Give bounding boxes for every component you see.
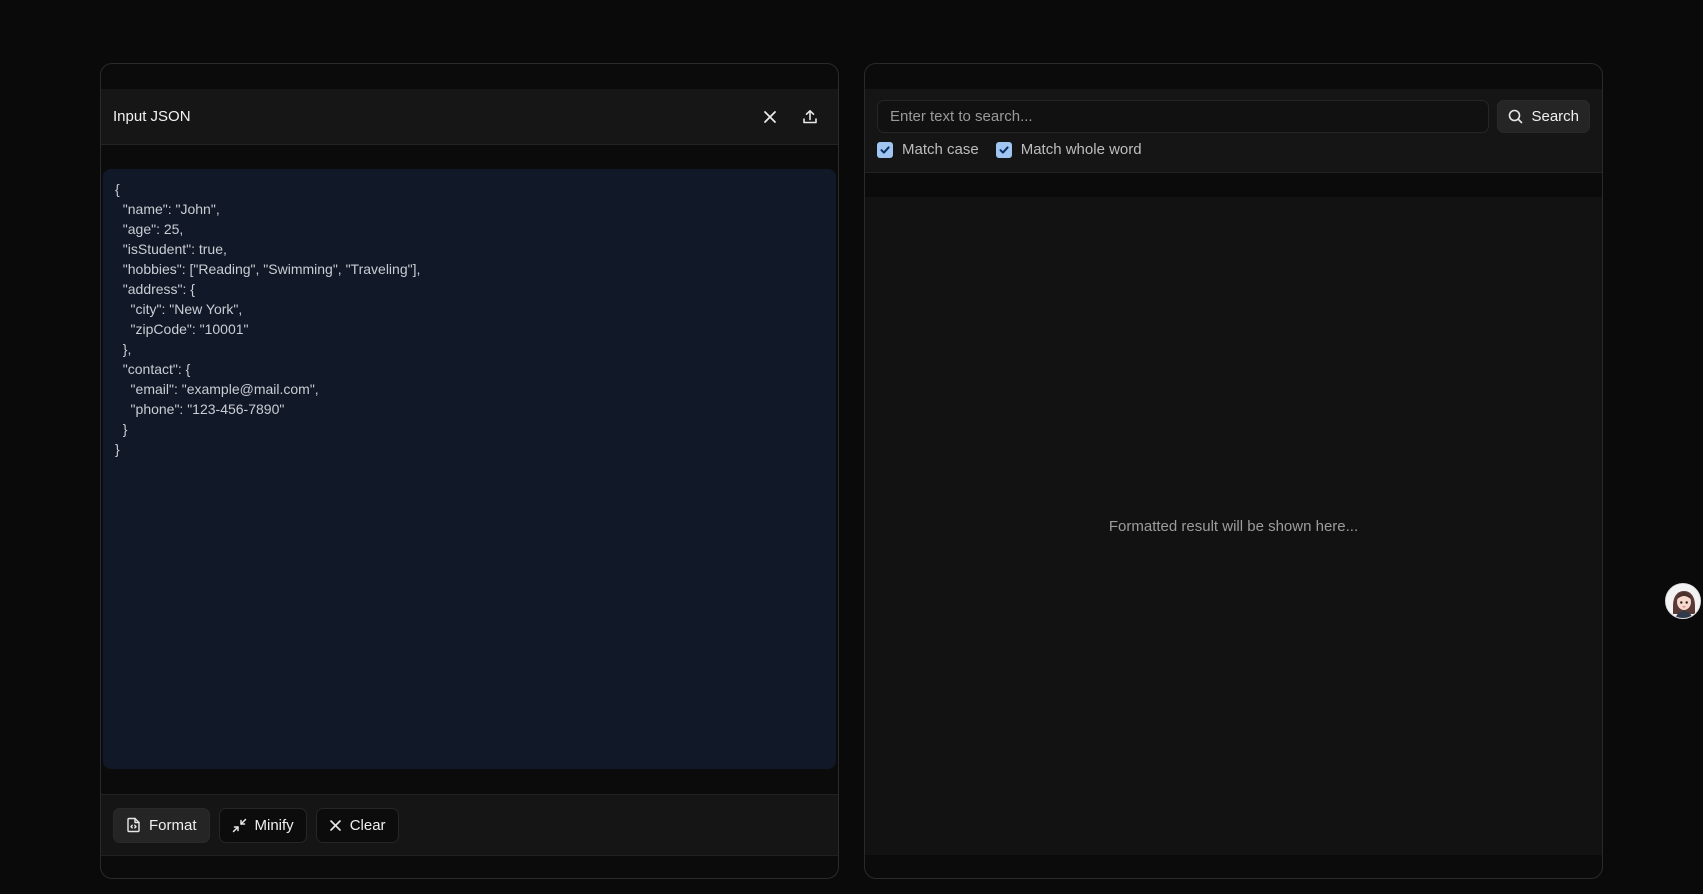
editor-line: { bbox=[115, 181, 120, 197]
match-case-checkbox[interactable] bbox=[877, 141, 893, 158]
search-button[interactable]: Search bbox=[1497, 100, 1590, 133]
editor-line: } bbox=[115, 441, 120, 457]
empty-result-message: Formatted result will be shown here... bbox=[1108, 517, 1359, 535]
minimize-arrows-icon bbox=[232, 818, 246, 832]
format-button-label: Format bbox=[149, 816, 197, 834]
check-icon bbox=[999, 145, 1009, 154]
check-icon bbox=[880, 145, 890, 154]
editor-line: "isStudent": true, bbox=[115, 241, 227, 257]
match-whole-word-label: Match whole word bbox=[1020, 141, 1142, 158]
minify-button[interactable]: Minify bbox=[218, 807, 307, 843]
search-area: Search Match case Match whole word bbox=[865, 89, 1602, 173]
clear-button-label: Clear bbox=[349, 816, 386, 834]
editor-line: "contact": { bbox=[115, 361, 191, 377]
json-input-editor[interactable]: { "name": "John", "age": 25, "isStudent"… bbox=[103, 169, 836, 769]
editor-line: "hobbies": ["Reading", "Swimming", "Trav… bbox=[115, 261, 421, 277]
editor-line: "phone": "123-456-7890" bbox=[115, 401, 285, 417]
result-panel: Search Match case Match whole word bbox=[864, 63, 1603, 879]
upload-icon bbox=[803, 109, 817, 123]
search-input[interactable] bbox=[877, 100, 1490, 133]
result-output-area: Formatted result will be shown here... bbox=[865, 197, 1602, 855]
match-whole-word-option[interactable]: Match whole word bbox=[995, 141, 1142, 158]
input-panel-toolbar: Format Minify Clear bbox=[101, 794, 838, 856]
avatar[interactable] bbox=[1665, 583, 1701, 619]
match-case-option[interactable]: Match case bbox=[877, 141, 979, 158]
clear-button[interactable]: Clear bbox=[315, 807, 399, 843]
input-panel: Input JSON { "name": "John", "age": 25, … bbox=[100, 63, 839, 879]
close-button[interactable] bbox=[754, 101, 786, 133]
file-code-icon bbox=[127, 817, 140, 833]
x-icon bbox=[329, 819, 341, 831]
input-panel-title: Input JSON bbox=[113, 108, 191, 125]
editor-line: } bbox=[115, 421, 128, 437]
editor-line: }, bbox=[115, 341, 132, 357]
user-avatar-icon bbox=[1666, 584, 1700, 618]
editor-line: "age": 25, bbox=[115, 221, 184, 237]
format-button[interactable]: Format bbox=[113, 807, 210, 843]
editor-line: "zipCode": "10001" bbox=[115, 321, 249, 337]
search-icon bbox=[1509, 109, 1523, 124]
editor-line: "city": "New York", bbox=[115, 301, 243, 317]
close-icon bbox=[764, 110, 776, 123]
match-case-label: Match case bbox=[902, 141, 979, 158]
editor-line: "email": "example@mail.com", bbox=[115, 381, 319, 397]
minify-button-label: Minify bbox=[254, 816, 294, 834]
search-button-label: Search bbox=[1531, 108, 1579, 125]
editor-line: "name": "John", bbox=[115, 201, 220, 217]
upload-button[interactable] bbox=[794, 101, 826, 133]
match-whole-word-checkbox[interactable] bbox=[995, 141, 1012, 158]
editor-line: "address": { bbox=[115, 281, 195, 297]
input-panel-header: Input JSON bbox=[101, 89, 838, 145]
